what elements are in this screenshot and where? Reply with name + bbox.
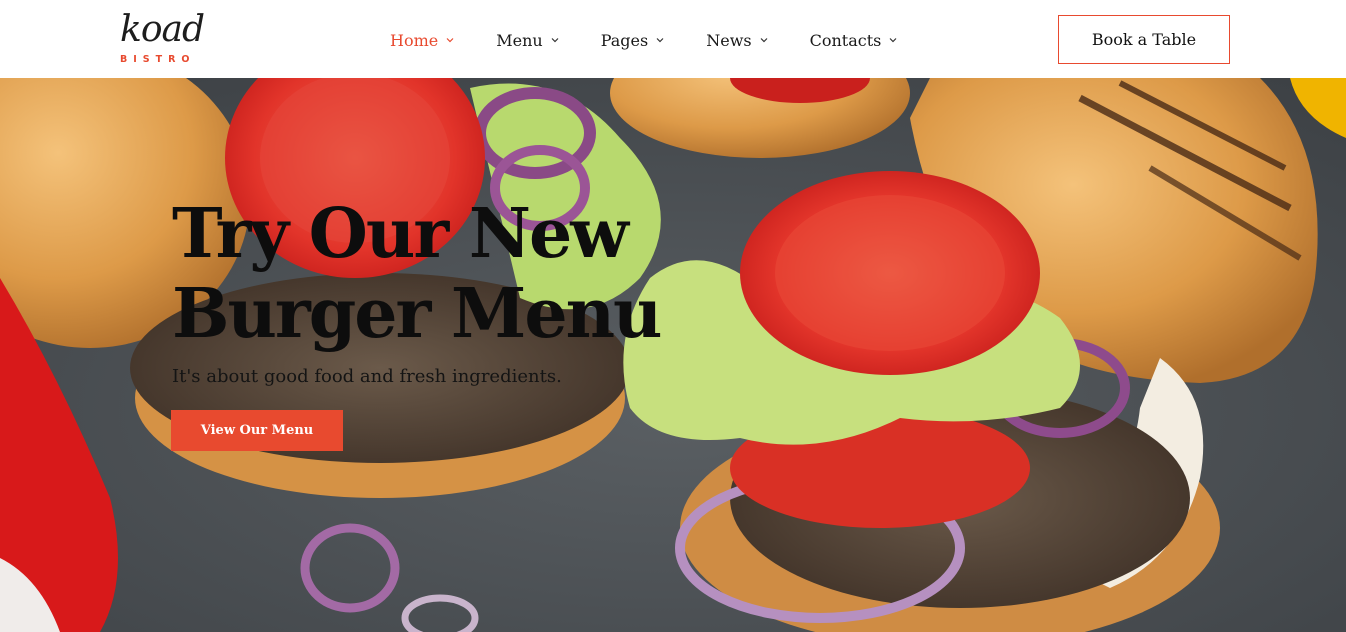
hero-title-line: Burger Menu <box>172 274 662 354</box>
nav-item-label: Pages <box>600 30 649 50</box>
chevron-down-icon <box>551 36 559 44</box>
brand-logo[interactable]: koad BISTRO <box>118 10 208 68</box>
hero-title-line: Try Our New <box>172 194 629 274</box>
book-table-button[interactable]: Book a Table <box>1058 15 1230 64</box>
nav-item-pages[interactable]: Pages <box>601 28 665 52</box>
hero-burger-image <box>0 78 1346 632</box>
nav-item-label: Contacts <box>809 30 882 50</box>
nav-item-news[interactable]: News <box>706 28 768 52</box>
view-menu-label: View Our Menu <box>200 423 314 438</box>
hero-title: Try Our New Burger Menu <box>172 194 692 354</box>
nav-item-label: Menu <box>496 30 543 50</box>
site-header: koad BISTRO Home Menu Pages News Contact… <box>0 0 1346 78</box>
nav-item-label: Home <box>390 30 439 50</box>
chevron-down-icon <box>889 36 897 44</box>
logo-subtitle: BISTRO <box>120 54 196 65</box>
chevron-down-icon <box>656 36 664 44</box>
hero-subtitle: It's about good food and fresh ingredien… <box>172 366 562 387</box>
nav-item-contacts[interactable]: Contacts <box>810 28 898 52</box>
logo-wordmark: koad <box>120 9 205 50</box>
book-table-label: Book a Table <box>1091 30 1197 49</box>
chevron-down-icon <box>760 36 768 44</box>
hero-banner: Try Our New Burger Menu It's about good … <box>0 78 1346 632</box>
nav-item-menu[interactable]: Menu <box>496 28 559 52</box>
nav-item-label: News <box>706 30 752 50</box>
view-menu-button[interactable]: View Our Menu <box>171 410 343 451</box>
nav-item-home[interactable]: Home <box>390 28 454 52</box>
chevron-down-icon <box>446 36 454 44</box>
main-nav: Home Menu Pages News Contacts <box>390 28 939 52</box>
